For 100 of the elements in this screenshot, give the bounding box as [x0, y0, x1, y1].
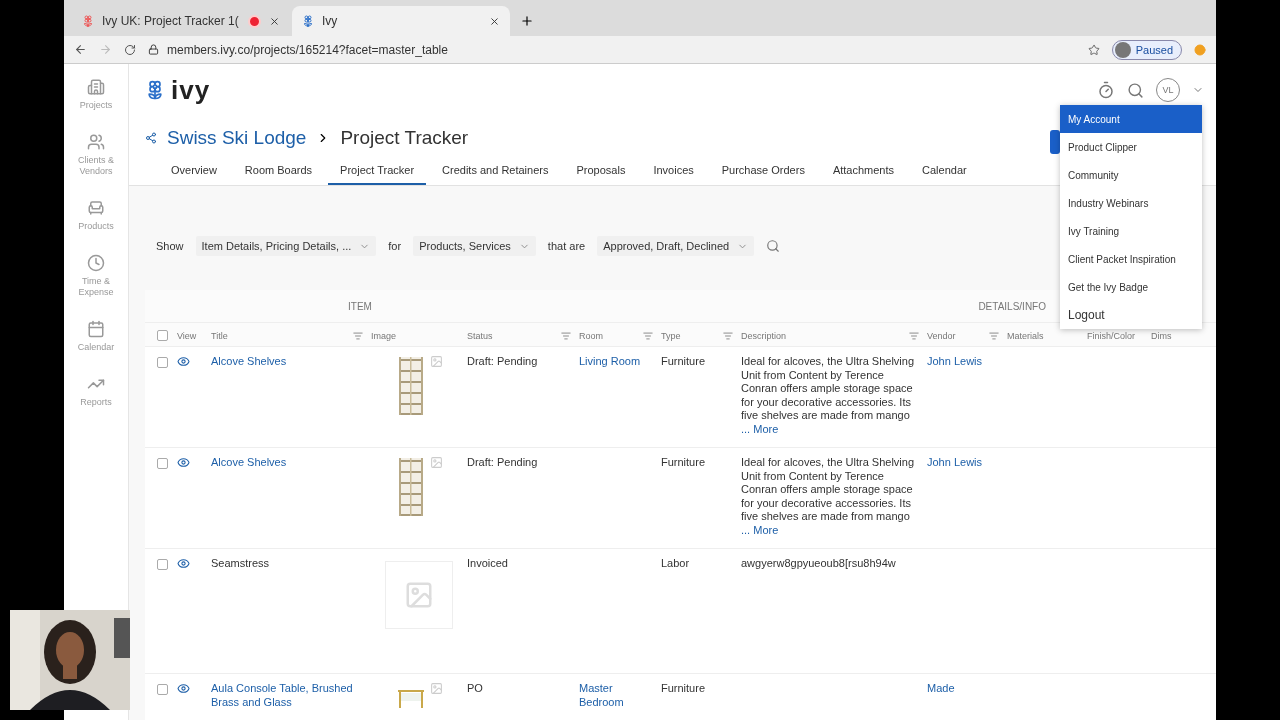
new-tab-icon[interactable]: [520, 14, 534, 28]
filter-select[interactable]: Item Details, Pricing Details, ...: [195, 236, 377, 256]
menu-item[interactable]: Community: [1060, 161, 1202, 189]
more-link[interactable]: ... More: [741, 422, 779, 435]
row-checkbox[interactable]: [157, 458, 168, 469]
column-heading: Room: [579, 330, 603, 341]
menu-item[interactable]: Product Clipper: [1060, 133, 1202, 161]
logo-icon: [145, 80, 165, 100]
filter-label: that are: [547, 240, 586, 252]
nav-tab[interactable]: Attachments: [820, 160, 907, 185]
people-icon: [87, 133, 105, 151]
sort-icon[interactable]: [561, 330, 571, 341]
column-heading: Type: [661, 330, 681, 341]
view-icon[interactable]: [177, 682, 190, 695]
page-title: Project Tracker: [340, 127, 469, 149]
description-text: Ideal for alcoves, the Ultra Shelving Unit from Content by Terence Conran offers ample storage space for your decorative accessories. Its five shelves are made from mango: [741, 456, 915, 522]
profile-button[interactable]: Paused: [1111, 39, 1182, 60]
filter-select[interactable]: Products, Services: [413, 236, 536, 256]
menu-item[interactable]: Get the Ivy Badge: [1060, 273, 1202, 301]
sort-icon[interactable]: [989, 330, 999, 341]
column-heading: Status: [467, 330, 493, 341]
armchair-icon: [87, 199, 105, 217]
column-heading: Finish/Color: [1087, 330, 1135, 341]
item-title-link[interactable]: Aula Console Table, Brushed Brass and Glass: [211, 682, 363, 709]
column-heading: View: [177, 330, 197, 341]
project-link[interactable]: Swiss Ski Lodge: [167, 127, 307, 149]
menu-item[interactable]: Ivy Training: [1060, 217, 1202, 245]
column-heading: Vendor: [927, 330, 956, 341]
filter-select[interactable]: Approved, Draft, Declined: [597, 236, 755, 256]
filter-label: for: [388, 240, 402, 252]
image-icon[interactable]: [429, 682, 443, 695]
image-icon[interactable]: [429, 355, 443, 368]
view-icon[interactable]: [177, 355, 190, 368]
close-icon[interactable]: [489, 15, 500, 27]
item-title-link[interactable]: Alcove Shelves: [211, 456, 363, 470]
column-heading: Dims: [1151, 330, 1172, 341]
forward-icon[interactable]: [99, 43, 112, 56]
search-icon[interactable]: [766, 239, 781, 253]
sort-icon[interactable]: [353, 330, 363, 341]
extension-icon[interactable]: [1194, 43, 1206, 56]
nav-tab[interactable]: Purchase Orders: [709, 160, 817, 185]
menu-item[interactable]: Client Packet Inspiration: [1060, 245, 1202, 273]
image-icon[interactable]: [429, 456, 443, 469]
group-heading: ITEM: [347, 300, 373, 312]
vendor-link[interactable]: Made: [927, 682, 955, 694]
row-checkbox[interactable]: [157, 559, 168, 570]
action-button[interactable]: [1050, 130, 1060, 154]
view-icon[interactable]: [177, 456, 190, 469]
vendor-link[interactable]: John Lewis: [927, 355, 983, 367]
bookmark-star-icon[interactable]: [1087, 43, 1100, 56]
description-text: Ideal for alcoves, the Ultra Shelving Unit from Content by Terence Conran offers ample storage space for your decorative accessories. Its five shelves are made from mango: [741, 355, 915, 421]
browser-tab[interactable]: Ivy UK: Project Tracker 1(: [72, 6, 290, 36]
sort-icon[interactable]: [909, 330, 919, 341]
column-heading: Materials: [1007, 330, 1044, 341]
back-icon[interactable]: [74, 43, 87, 56]
url-text[interactable]: members.ivy.co/projects/165214?facet=master_table: [167, 42, 448, 57]
type-text: Labor: [661, 557, 690, 569]
image-icon: [404, 580, 434, 610]
nav-tab[interactable]: Calendar: [910, 160, 979, 185]
column-heading: Description: [741, 330, 787, 341]
menu-item[interactable]: My Account: [1060, 105, 1202, 133]
status-text: PO: [467, 682, 483, 694]
menu-item[interactable]: Logout: [1060, 301, 1202, 329]
filter-label: Show: [156, 240, 184, 252]
type-text: Furniture: [661, 456, 706, 468]
nav-tab[interactable]: Invoices: [641, 160, 706, 185]
vendor-link[interactable]: John Lewis: [927, 456, 983, 468]
group-heading: DETAILS/INFO: [977, 300, 1047, 312]
nav-tab[interactable]: Credits and Retainers: [430, 160, 561, 185]
reload-icon[interactable]: [124, 43, 136, 56]
menu-item[interactable]: Industry Webinars: [1060, 189, 1202, 217]
room-link[interactable]: Master Bedroom: [579, 682, 653, 709]
more-link[interactable]: ... More: [741, 523, 779, 536]
nav-tab[interactable]: Room Boards: [232, 160, 325, 185]
clock-icon: [87, 254, 105, 272]
row-checkbox[interactable]: [157, 684, 168, 695]
close-icon[interactable]: [269, 15, 280, 27]
type-text: Furniture: [661, 682, 706, 694]
select-all-checkbox[interactable]: [157, 330, 168, 341]
sort-icon[interactable]: [643, 330, 653, 341]
row-checkbox[interactable]: [157, 357, 168, 368]
stopwatch-icon[interactable]: [1097, 81, 1115, 99]
status-text: Draft: Pending: [467, 456, 538, 468]
share-icon[interactable]: [145, 132, 157, 144]
sort-icon[interactable]: [723, 330, 733, 341]
description-text: awgyerw8gpyueoub8[rsu8h94w: [741, 557, 896, 569]
status-text: Draft: Pending: [467, 355, 538, 367]
nav-tab[interactable]: Overview: [159, 160, 229, 185]
type-text: Furniture: [661, 355, 706, 367]
nav-tab[interactable]: Proposals: [564, 160, 638, 185]
browser-tab[interactable]: Ivy: [292, 6, 510, 36]
column-heading: Title: [211, 330, 228, 341]
room-link[interactable]: Living Room: [579, 355, 653, 369]
tab-favicon-icon: [82, 15, 94, 27]
item-title-link[interactable]: Alcove Shelves: [211, 355, 363, 369]
lock-icon: [148, 44, 159, 55]
search-icon[interactable]: [1127, 81, 1144, 99]
view-icon[interactable]: [177, 557, 190, 570]
column-heading: Image: [371, 330, 396, 341]
status-text: Invoiced: [467, 557, 508, 569]
